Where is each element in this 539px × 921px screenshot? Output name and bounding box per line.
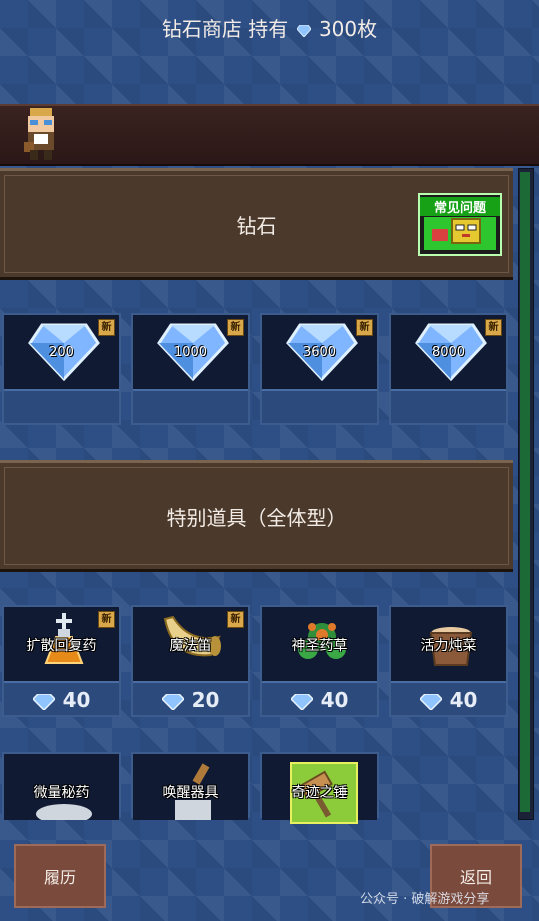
- new-badge: 新: [227, 319, 244, 336]
- diamond-amount: 3600: [302, 345, 337, 360]
- shop-title-prefix: 钻石商店 持有: [161, 17, 289, 41]
- diamond-amount: 1000: [173, 345, 208, 360]
- item-price: 40: [4, 688, 119, 712]
- new-badge: 新: [98, 319, 115, 336]
- diamond-pack-1000[interactable]: 1000 新: [131, 313, 250, 425]
- history-button[interactable]: 履历: [14, 844, 106, 908]
- faq-button[interactable]: 常见问题: [418, 193, 502, 256]
- item-name: 魔法笛: [169, 638, 212, 654]
- item-name: 微量秘药: [33, 785, 90, 801]
- item-card[interactable]: 神圣药草 40: [260, 605, 379, 717]
- shop-header: [0, 104, 539, 166]
- avatar: [24, 108, 54, 160]
- diamond-icon: [31, 692, 56, 711]
- diamond-icon: [418, 692, 443, 711]
- diamond-pack-8000[interactable]: 8000 新: [389, 313, 508, 425]
- shop-title: 钻石商店 持有 300枚: [0, 0, 539, 58]
- new-badge: 新: [485, 319, 502, 336]
- price-value: 20: [191, 688, 220, 712]
- diamond-count: 300枚: [318, 17, 378, 41]
- price-value: 40: [320, 688, 349, 712]
- new-badge: 新: [98, 611, 115, 628]
- item-name: 神圣药草: [291, 638, 348, 654]
- item-card[interactable]: 微量秘药: [2, 752, 121, 820]
- diamond-pack-200[interactable]: 200 新: [2, 313, 121, 425]
- diamond-icon: [160, 692, 185, 711]
- price-value: 40: [449, 688, 478, 712]
- item-price: 20: [133, 688, 248, 712]
- item-name: 扩散回复药: [26, 638, 97, 654]
- section-special-items: 特别道具（全体型）: [0, 460, 513, 572]
- item-card[interactable]: 唤醒器具: [131, 752, 250, 820]
- diamond-icon: [289, 692, 314, 711]
- new-badge: 新: [356, 319, 373, 336]
- diamond-amount: 200: [49, 345, 74, 360]
- item-price: 40: [262, 688, 377, 712]
- new-badge: 新: [227, 611, 244, 628]
- diamond-icon: [296, 24, 311, 37]
- watermark: 公众号 · 破解游戏分享: [360, 892, 490, 907]
- item-price: 40: [391, 688, 506, 712]
- item-card[interactable]: 魔法笛 新 20: [131, 605, 250, 717]
- item-name: 奇迹之锤: [291, 785, 348, 801]
- item-name: 活力炖菜: [420, 638, 477, 654]
- item-card[interactable]: 奇迹之锤: [260, 752, 379, 824]
- item-card[interactable]: 扩散回复药 新 40: [2, 605, 121, 717]
- faq-icon: [424, 217, 496, 250]
- item-card[interactable]: 活力炖菜 40: [389, 605, 508, 717]
- item-name: 唤醒器具: [162, 785, 219, 801]
- faq-label: 常见问题: [420, 197, 500, 216]
- section-title: 特别道具（全体型）: [166, 505, 347, 530]
- diamond-pack-3600[interactable]: 3600 新: [260, 313, 379, 425]
- diamond-amount: 8000: [431, 345, 466, 360]
- price-value: 40: [62, 688, 91, 712]
- scrollbar-thumb[interactable]: [520, 172, 530, 812]
